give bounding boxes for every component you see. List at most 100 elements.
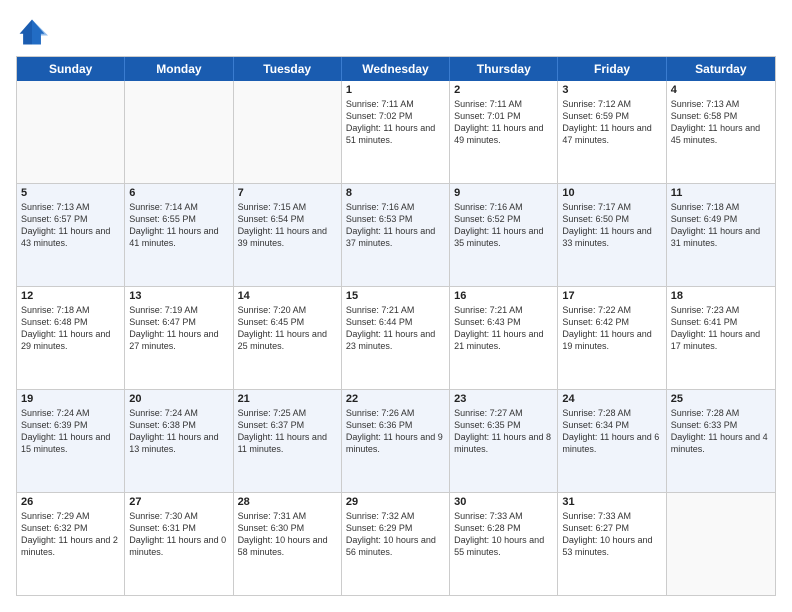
day-number: 3 xyxy=(562,84,661,96)
day-number: 27 xyxy=(129,496,228,508)
day-number: 26 xyxy=(21,496,120,508)
day-info: Sunrise: 7:30 AM Sunset: 6:31 PM Dayligh… xyxy=(129,510,228,559)
calendar: SundayMondayTuesdayWednesdayThursdayFrid… xyxy=(16,56,776,596)
day-number: 7 xyxy=(238,187,337,199)
day-info: Sunrise: 7:21 AM Sunset: 6:43 PM Dayligh… xyxy=(454,304,553,353)
day-number: 22 xyxy=(346,393,445,405)
day-cell: 23 Sunrise: 7:27 AM Sunset: 6:35 PM Dayli… xyxy=(450,390,558,492)
day-info: Sunrise: 7:24 AM Sunset: 6:38 PM Dayligh… xyxy=(129,407,228,456)
day-cell: 1 Sunrise: 7:11 AM Sunset: 7:02 PM Daylig… xyxy=(342,81,450,183)
day-cell: 21 Sunrise: 7:25 AM Sunset: 6:37 PM Dayli… xyxy=(234,390,342,492)
day-cell: 27 Sunrise: 7:30 AM Sunset: 6:31 PM Dayli… xyxy=(125,493,233,595)
day-cell: 28Sunrise: 7:31 AM Sunset: 6:30 PM Dayli… xyxy=(234,493,342,595)
day-number: 4 xyxy=(671,84,771,96)
day-info: Sunrise: 7:33 AM Sunset: 6:27 PM Dayligh… xyxy=(562,510,661,559)
day-number: 6 xyxy=(129,187,228,199)
day-number: 14 xyxy=(238,290,337,302)
day-info: Sunrise: 7:13 AM Sunset: 6:58 PM Dayligh… xyxy=(671,98,771,147)
day-number: 8 xyxy=(346,187,445,199)
day-number: 2 xyxy=(454,84,553,96)
day-info: Sunrise: 7:16 AM Sunset: 6:53 PM Dayligh… xyxy=(346,201,445,250)
day-cell: 18 Sunrise: 7:23 AM Sunset: 6:41 PM Dayli… xyxy=(667,287,775,389)
day-number: 23 xyxy=(454,393,553,405)
day-info: Sunrise: 7:23 AM Sunset: 6:41 PM Dayligh… xyxy=(671,304,771,353)
week-row: 12 Sunrise: 7:18 AM Sunset: 6:48 PM Dayli… xyxy=(17,286,775,389)
day-cell: 29Sunrise: 7:32 AM Sunset: 6:29 PM Dayli… xyxy=(342,493,450,595)
day-info: Sunrise: 7:28 AM Sunset: 6:33 PM Dayligh… xyxy=(671,407,771,456)
day-number: 31 xyxy=(562,496,661,508)
day-info: Sunrise: 7:15 AM Sunset: 6:54 PM Dayligh… xyxy=(238,201,337,250)
day-info: Sunrise: 7:27 AM Sunset: 6:35 PM Dayligh… xyxy=(454,407,553,456)
day-number: 15 xyxy=(346,290,445,302)
day-cell: 4 Sunrise: 7:13 AM Sunset: 6:58 PM Daylig… xyxy=(667,81,775,183)
day-number: 11 xyxy=(671,187,771,199)
day-cell: 2 Sunrise: 7:11 AM Sunset: 7:01 PM Daylig… xyxy=(450,81,558,183)
page: SundayMondayTuesdayWednesdayThursdayFrid… xyxy=(0,0,792,612)
day-info: Sunrise: 7:18 AM Sunset: 6:49 PM Dayligh… xyxy=(671,201,771,250)
day-info: Sunrise: 7:25 AM Sunset: 6:37 PM Dayligh… xyxy=(238,407,337,456)
day-cell: 7 Sunrise: 7:15 AM Sunset: 6:54 PM Daylig… xyxy=(234,184,342,286)
day-number: 24 xyxy=(562,393,661,405)
day-number: 5 xyxy=(21,187,120,199)
day-cell: 12 Sunrise: 7:18 AM Sunset: 6:48 PM Dayli… xyxy=(17,287,125,389)
day-number: 13 xyxy=(129,290,228,302)
day-number: 29 xyxy=(346,496,445,508)
day-number: 10 xyxy=(562,187,661,199)
week-row: 1 Sunrise: 7:11 AM Sunset: 7:02 PM Daylig… xyxy=(17,81,775,183)
day-header-sunday: Sunday xyxy=(17,57,125,81)
day-headers: SundayMondayTuesdayWednesdayThursdayFrid… xyxy=(17,57,775,81)
day-cell: 11 Sunrise: 7:18 AM Sunset: 6:49 PM Dayli… xyxy=(667,184,775,286)
week-row: 5Sunrise: 7:13 AM Sunset: 6:57 PM Daylig… xyxy=(17,183,775,286)
day-number: 19 xyxy=(21,393,120,405)
day-cell: 10 Sunrise: 7:17 AM Sunset: 6:50 PM Dayli… xyxy=(558,184,666,286)
day-info: Sunrise: 7:11 AM Sunset: 7:02 PM Dayligh… xyxy=(346,98,445,147)
day-info: Sunrise: 7:24 AM Sunset: 6:39 PM Dayligh… xyxy=(21,407,120,456)
day-info: Sunrise: 7:14 AM Sunset: 6:55 PM Dayligh… xyxy=(129,201,228,250)
logo xyxy=(16,16,52,48)
day-number: 20 xyxy=(129,393,228,405)
day-cell: 9 Sunrise: 7:16 AM Sunset: 6:52 PM Daylig… xyxy=(450,184,558,286)
day-info: Sunrise: 7:12 AM Sunset: 6:59 PM Dayligh… xyxy=(562,98,661,147)
day-info: Sunrise: 7:29 AM Sunset: 6:32 PM Dayligh… xyxy=(21,510,120,559)
day-cell: 5Sunrise: 7:13 AM Sunset: 6:57 PM Daylig… xyxy=(17,184,125,286)
day-number: 17 xyxy=(562,290,661,302)
day-info: Sunrise: 7:17 AM Sunset: 6:50 PM Dayligh… xyxy=(562,201,661,250)
day-cell: 22 Sunrise: 7:26 AM Sunset: 6:36 PM Dayli… xyxy=(342,390,450,492)
logo-icon xyxy=(16,16,48,48)
day-header-tuesday: Tuesday xyxy=(234,57,342,81)
day-cell: 15 Sunrise: 7:21 AM Sunset: 6:44 PM Dayli… xyxy=(342,287,450,389)
day-info: Sunrise: 7:31 AM Sunset: 6:30 PM Dayligh… xyxy=(238,510,337,559)
day-header-saturday: Saturday xyxy=(667,57,775,81)
week-row: 19 Sunrise: 7:24 AM Sunset: 6:39 PM Dayli… xyxy=(17,389,775,492)
day-info: Sunrise: 7:19 AM Sunset: 6:47 PM Dayligh… xyxy=(129,304,228,353)
day-info: Sunrise: 7:28 AM Sunset: 6:34 PM Dayligh… xyxy=(562,407,661,456)
day-cell: 6 Sunrise: 7:14 AM Sunset: 6:55 PM Daylig… xyxy=(125,184,233,286)
day-number: 9 xyxy=(454,187,553,199)
day-info: Sunrise: 7:20 AM Sunset: 6:45 PM Dayligh… xyxy=(238,304,337,353)
day-cell: 20 Sunrise: 7:24 AM Sunset: 6:38 PM Dayli… xyxy=(125,390,233,492)
day-info: Sunrise: 7:33 AM Sunset: 6:28 PM Dayligh… xyxy=(454,510,553,559)
day-cell: 19 Sunrise: 7:24 AM Sunset: 6:39 PM Dayli… xyxy=(17,390,125,492)
day-cell xyxy=(125,81,233,183)
day-header-thursday: Thursday xyxy=(450,57,558,81)
day-cell: 8 Sunrise: 7:16 AM Sunset: 6:53 PM Daylig… xyxy=(342,184,450,286)
day-info: Sunrise: 7:16 AM Sunset: 6:52 PM Dayligh… xyxy=(454,201,553,250)
day-number: 21 xyxy=(238,393,337,405)
day-info: Sunrise: 7:22 AM Sunset: 6:42 PM Dayligh… xyxy=(562,304,661,353)
day-number: 12 xyxy=(21,290,120,302)
day-number: 1 xyxy=(346,84,445,96)
day-cell xyxy=(17,81,125,183)
day-info: Sunrise: 7:26 AM Sunset: 6:36 PM Dayligh… xyxy=(346,407,445,456)
day-info: Sunrise: 7:11 AM Sunset: 7:01 PM Dayligh… xyxy=(454,98,553,147)
day-cell: 14 Sunrise: 7:20 AM Sunset: 6:45 PM Dayli… xyxy=(234,287,342,389)
day-header-friday: Friday xyxy=(558,57,666,81)
weeks: 1 Sunrise: 7:11 AM Sunset: 7:02 PM Daylig… xyxy=(17,81,775,595)
day-info: Sunrise: 7:21 AM Sunset: 6:44 PM Dayligh… xyxy=(346,304,445,353)
day-cell: 3 Sunrise: 7:12 AM Sunset: 6:59 PM Daylig… xyxy=(558,81,666,183)
day-number: 18 xyxy=(671,290,771,302)
day-cell: 13 Sunrise: 7:19 AM Sunset: 6:47 PM Dayli… xyxy=(125,287,233,389)
day-info: Sunrise: 7:18 AM Sunset: 6:48 PM Dayligh… xyxy=(21,304,120,353)
day-cell xyxy=(667,493,775,595)
day-cell: 26 Sunrise: 7:29 AM Sunset: 6:32 PM Dayli… xyxy=(17,493,125,595)
day-number: 16 xyxy=(454,290,553,302)
